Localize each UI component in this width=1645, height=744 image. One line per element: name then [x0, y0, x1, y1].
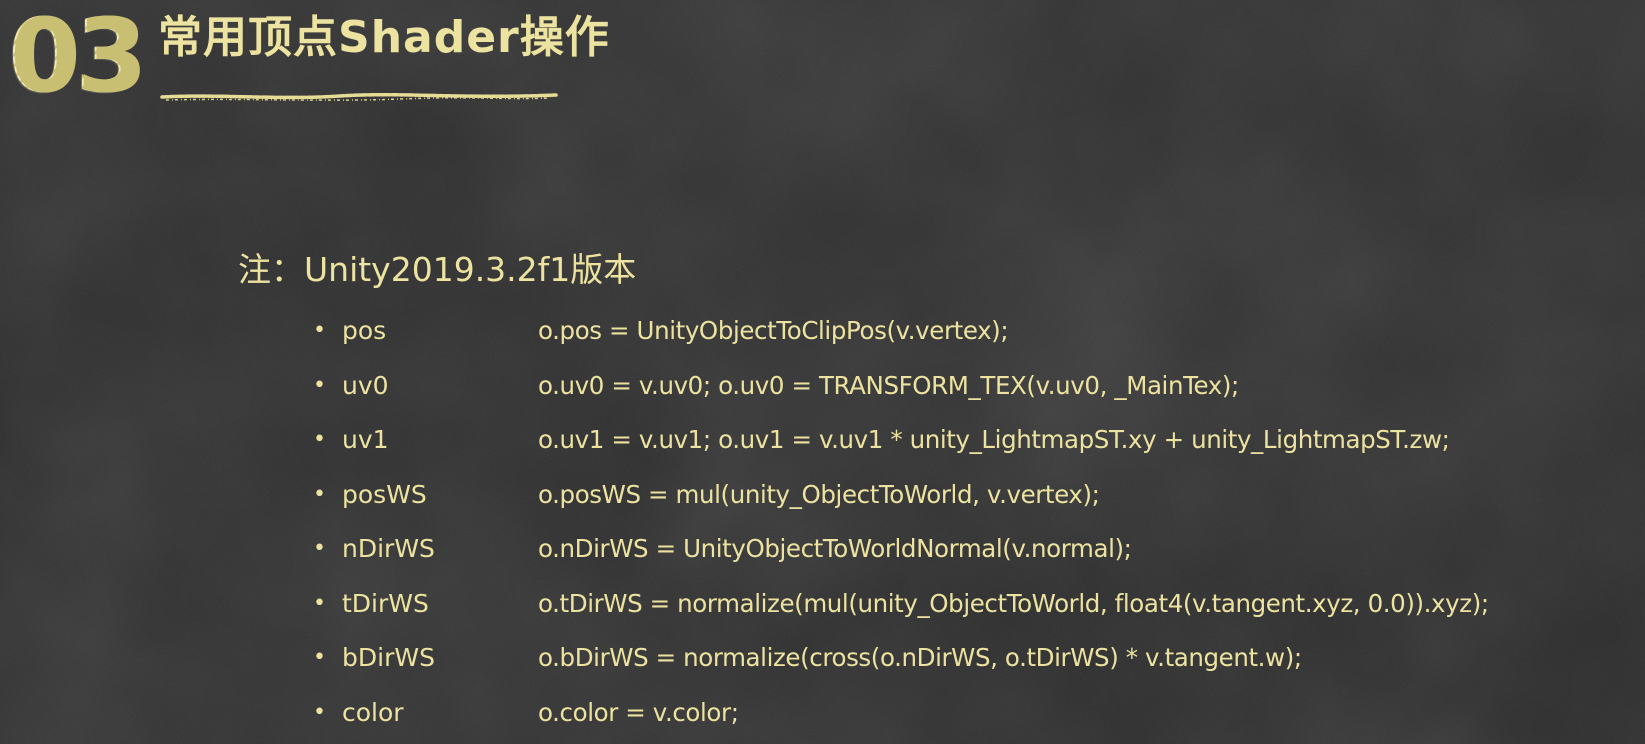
- item-name: pos: [342, 316, 387, 345]
- bullet-icon: •: [313, 372, 326, 398]
- item-code: o.tDirWS = normalize(mul(unity_ObjectToW…: [538, 588, 1489, 618]
- bullet-icon: •: [313, 427, 326, 452]
- item-name: nDirWS: [342, 534, 435, 563]
- item-name: bDirWS: [342, 643, 435, 672]
- bullet-icon: •: [313, 699, 326, 725]
- item-code: o.nDirWS = UnityObjectToWorldNormal(v.no…: [538, 534, 1132, 563]
- bullet-icon: •: [313, 645, 326, 670]
- bullet-icon: •: [313, 590, 326, 616]
- item-name: color: [342, 697, 404, 727]
- bullet-icon: •: [313, 481, 326, 507]
- item-name: posWS: [342, 479, 427, 509]
- item-name: uv0: [342, 370, 389, 400]
- section-title: 常用顶点Shader操作: [158, 12, 610, 63]
- version-note: 注：Unity2019.3.2f1版本: [238, 250, 637, 289]
- item-code: o.pos = UnityObjectToClipPos(v.vertex);: [538, 316, 1009, 345]
- section-number: 03: [8, 0, 146, 116]
- item-code: o.uv1 = v.uv1; o.uv1 = v.uv1 * unity_Lig…: [538, 425, 1450, 454]
- chalkboard-slide: 03 常用顶点Shader操作 注：Unity2019.3.2f1版本 • po…: [0, 0, 1645, 744]
- item-name: tDirWS: [342, 588, 429, 618]
- item-code: o.posWS = mul(unity_ObjectToWorld, v.ver…: [538, 479, 1100, 509]
- bullet-icon: •: [313, 536, 326, 561]
- item-code: o.uv0 = v.uv0; o.uv0 = TRANSFORM_TEX(v.u…: [538, 370, 1239, 400]
- bullet-icon: •: [313, 318, 326, 343]
- item-name: uv1: [342, 425, 389, 454]
- item-code: o.bDirWS = normalize(cross(o.nDirWS, o.t…: [538, 643, 1302, 672]
- chalk-underline: [160, 92, 558, 101]
- item-code: o.color = v.color;: [538, 697, 739, 727]
